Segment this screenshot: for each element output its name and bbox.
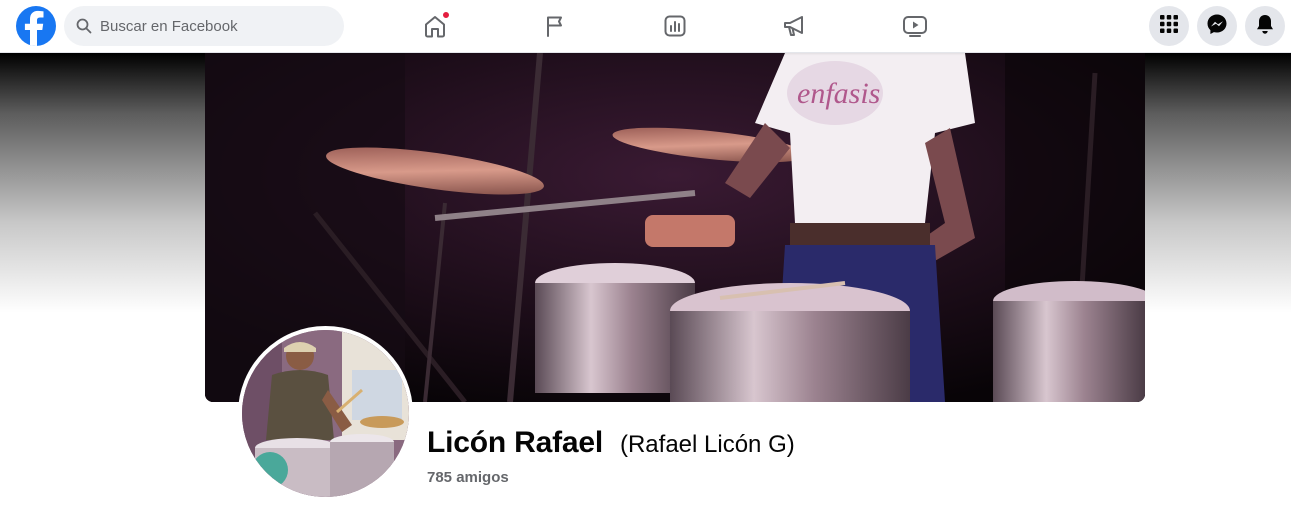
profile-alternate-name: (Rafael Licón G) xyxy=(619,431,795,458)
megaphone-icon xyxy=(782,14,808,38)
bell-icon xyxy=(1255,13,1275,40)
svg-text:enfasis: enfasis xyxy=(797,77,880,110)
menu-button[interactable] xyxy=(1149,6,1189,46)
avatar xyxy=(242,330,409,497)
profile-name: Licón Rafael xyxy=(427,426,603,459)
tab-home[interactable] xyxy=(395,4,475,48)
grid-icon xyxy=(1159,14,1179,39)
chart-icon xyxy=(663,14,687,38)
profile-photo-image xyxy=(242,330,409,497)
flag-icon xyxy=(543,14,567,38)
top-navigation-bar xyxy=(0,0,1291,53)
notifications-button[interactable] xyxy=(1245,6,1285,46)
profile-name-row: Licón Rafael (Rafael Licón G) xyxy=(427,426,795,460)
tab-watch[interactable] xyxy=(875,4,955,48)
search-box[interactable] xyxy=(64,6,344,46)
search-input[interactable] xyxy=(100,7,330,45)
tab-pages[interactable] xyxy=(515,4,595,48)
profile-picture[interactable] xyxy=(238,326,413,501)
facebook-logo-icon[interactable] xyxy=(16,6,56,46)
messenger-button[interactable] xyxy=(1197,6,1237,46)
messenger-icon xyxy=(1206,13,1228,40)
search-icon xyxy=(76,18,92,34)
friends-count-link[interactable]: 785 amigos xyxy=(427,469,509,486)
notification-dot xyxy=(442,11,450,19)
tab-ads[interactable] xyxy=(755,4,835,48)
tab-dashboard[interactable] xyxy=(635,4,715,48)
video-icon xyxy=(902,14,928,38)
